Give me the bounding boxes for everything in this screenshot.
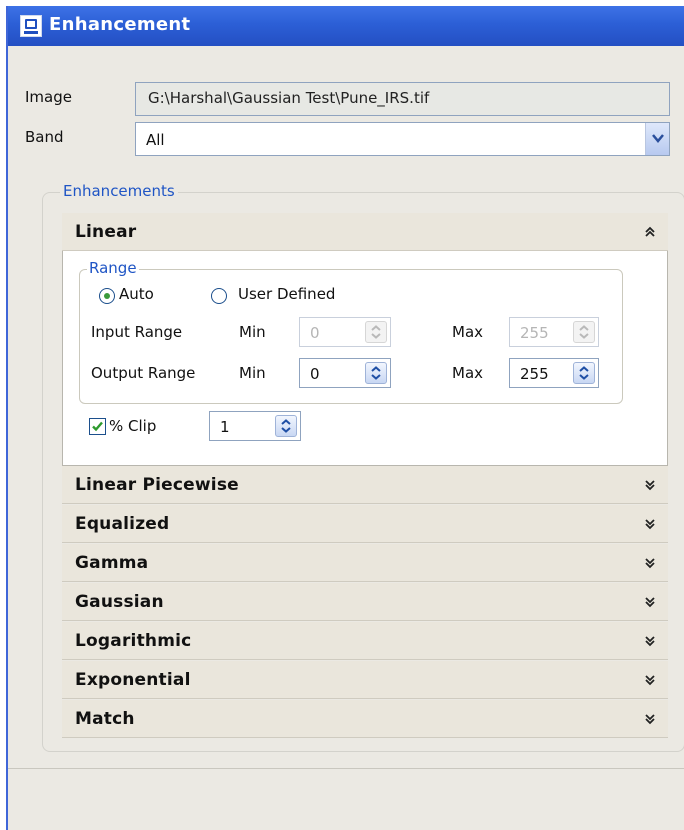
output-min-label: Min: [239, 364, 266, 382]
section-title: Logarithmic: [75, 631, 192, 651]
linear-section: Linear Range Auto User Defined Input Ran…: [62, 213, 668, 466]
input-max-value: 255: [520, 324, 549, 342]
band-select[interactable]: All: [135, 122, 670, 156]
gamma-header[interactable]: Gamma: [62, 544, 668, 582]
accordion-item-logarithmic[interactable]: Logarithmic: [62, 622, 668, 660]
clip-value: 1: [220, 418, 230, 436]
input-min-spinner-button[interactable]: [365, 321, 387, 343]
input-min-label: Min: [239, 323, 266, 341]
output-max-spinner-button[interactable]: [573, 362, 595, 384]
clip-spinner-button[interactable]: [275, 415, 297, 437]
match-header[interactable]: Match: [62, 700, 668, 738]
output-min-spinner[interactable]: 0: [299, 358, 391, 388]
spinner-arrows-icon: [281, 419, 291, 433]
section-title: Match: [75, 709, 135, 729]
auto-label: Auto: [119, 285, 154, 303]
accordion-item-linear-piecewise[interactable]: Linear Piecewise: [62, 466, 668, 504]
double-chevron-down-icon: [645, 675, 655, 686]
input-max-spinner-button[interactable]: [573, 321, 595, 343]
checkmark-icon: [92, 421, 103, 432]
spinner-arrows-icon: [371, 325, 381, 339]
user-defined-radio[interactable]: [211, 288, 227, 304]
accordion-item-exponential[interactable]: Exponential: [62, 661, 668, 699]
range-legend: Range: [87, 259, 139, 277]
spinner-arrows-icon: [371, 366, 381, 380]
accordion-item-gamma[interactable]: Gamma: [62, 544, 668, 582]
input-min-spinner[interactable]: 0: [299, 317, 391, 347]
exponential-header[interactable]: Exponential: [62, 661, 668, 699]
linear-piecewise-header[interactable]: Linear Piecewise: [62, 466, 668, 504]
input-range-label: Input Range: [91, 323, 183, 341]
linear-title: Linear: [75, 222, 137, 242]
input-max-label: Max: [452, 323, 484, 341]
double-chevron-down-icon: [645, 519, 655, 530]
enhancements-legend: Enhancements: [60, 182, 178, 200]
accordion-item-equalized[interactable]: Equalized: [62, 505, 668, 543]
clip-spinner[interactable]: 1: [209, 411, 301, 441]
section-title: Gaussian: [75, 592, 164, 612]
footer-divider: [8, 768, 684, 769]
equalized-header[interactable]: Equalized: [62, 505, 668, 543]
double-chevron-up-icon: [645, 226, 655, 237]
linear-header[interactable]: Linear: [62, 213, 668, 251]
clip-label: % Clip: [109, 417, 157, 435]
section-title: Linear Piecewise: [75, 475, 239, 495]
section-title: Exponential: [75, 670, 191, 690]
accordion-item-match[interactable]: Match: [62, 700, 668, 738]
title-bar[interactable]: Enhancement: [8, 6, 684, 46]
gaussian-header[interactable]: Gaussian: [62, 583, 668, 621]
input-min-value: 0: [310, 324, 320, 342]
double-chevron-down-icon: [645, 480, 655, 491]
user-defined-label: User Defined: [238, 285, 336, 303]
double-chevron-down-icon: [645, 558, 655, 569]
image-path-value: G:\Harshal\Gaussian Test\Pune_IRS.tif: [148, 89, 430, 107]
input-max-spinner[interactable]: 255: [509, 317, 599, 347]
band-dropdown-button[interactable]: [645, 123, 669, 155]
band-label: Band: [25, 128, 64, 146]
output-max-value: 255: [520, 365, 549, 383]
image-path-field[interactable]: G:\Harshal\Gaussian Test\Pune_IRS.tif: [135, 82, 670, 116]
image-label: Image: [25, 88, 72, 106]
output-min-value: 0: [310, 365, 320, 383]
output-min-spinner-button[interactable]: [365, 362, 387, 384]
section-title: Equalized: [75, 514, 170, 534]
double-chevron-down-icon: [645, 597, 655, 608]
spinner-arrows-icon: [579, 366, 589, 380]
linear-panel: Range Auto User Defined Input Range Min …: [62, 251, 668, 466]
output-range-label: Output Range: [91, 364, 196, 382]
chevron-down-icon: [652, 134, 664, 143]
window-title: Enhancement: [49, 14, 191, 35]
double-chevron-down-icon: [645, 636, 655, 647]
enhancement-window: Enhancement Image G:\Harshal\Gaussian Te…: [6, 6, 684, 830]
logarithmic-header[interactable]: Logarithmic: [62, 622, 668, 660]
app-icon: [20, 15, 42, 37]
auto-radio[interactable]: [99, 288, 115, 304]
double-chevron-down-icon: [645, 714, 655, 725]
band-value: All: [146, 131, 165, 149]
output-max-spinner[interactable]: 255: [509, 358, 599, 388]
section-title: Gamma: [75, 553, 149, 573]
spinner-arrows-icon: [579, 325, 589, 339]
output-max-label: Max: [452, 364, 484, 382]
accordion-item-gaussian[interactable]: Gaussian: [62, 583, 668, 621]
clip-checkbox[interactable]: [89, 418, 106, 435]
